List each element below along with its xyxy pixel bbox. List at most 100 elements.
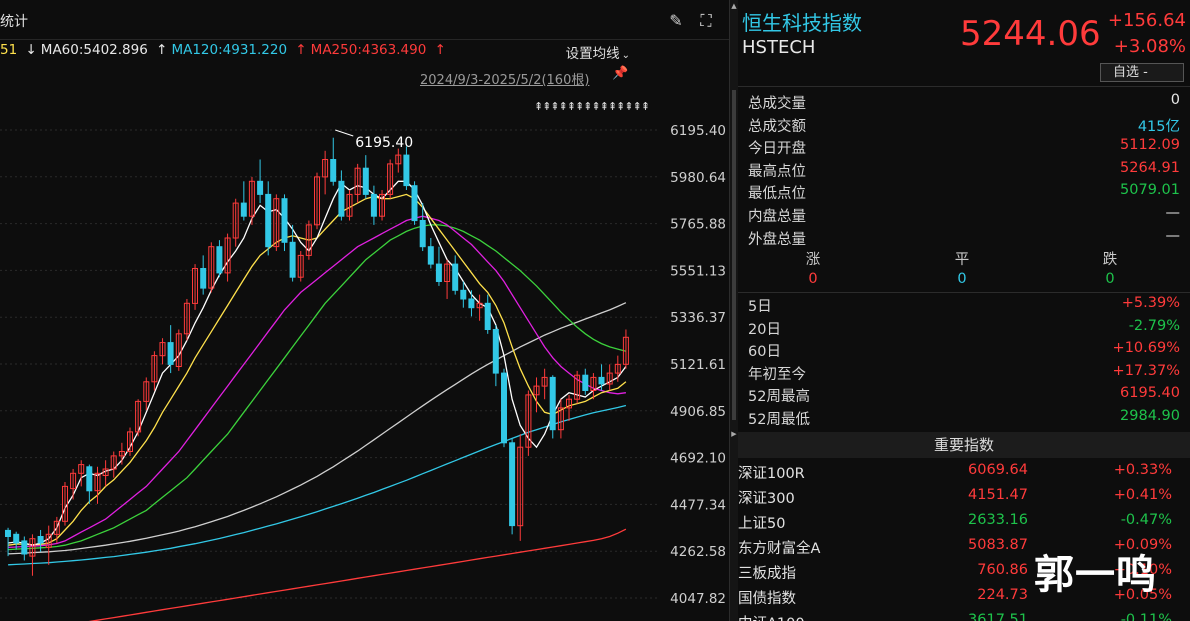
index-change: -0.47% xyxy=(1120,512,1172,528)
ma10-line xyxy=(8,193,627,546)
index-name: 三板成指 xyxy=(738,566,796,582)
candle-down xyxy=(240,202,247,217)
period-value: +10.69% xyxy=(1112,340,1180,357)
stat-label: 最低点位 xyxy=(748,186,806,203)
candle-down xyxy=(582,374,589,392)
index-price: 3617.51 xyxy=(968,612,1028,621)
candle-down xyxy=(549,376,556,431)
y-tick-label: 4906.85 xyxy=(670,404,726,420)
minus-icon: - xyxy=(1143,65,1148,80)
stat-row: 最低点位 5079.01 xyxy=(748,182,1180,204)
ma60-line xyxy=(8,302,627,555)
kline-chart[interactable]: 6195.40 5980.64 5765.88 5551.13 5336.37 5121.… xyxy=(0,0,730,621)
candle-down xyxy=(492,329,499,374)
candle-down xyxy=(265,193,272,248)
period-label: 60日 xyxy=(748,344,781,361)
ma20-line xyxy=(8,215,626,549)
stat-value: 5079.01 xyxy=(1120,182,1180,199)
index-price: 5083.87 xyxy=(968,537,1028,553)
period-value: +17.37% xyxy=(1112,362,1180,379)
stat-value: 415亿 xyxy=(1137,118,1180,135)
candle-down xyxy=(419,220,426,248)
stat-value: — xyxy=(1165,227,1181,244)
index-name: 国债指数 xyxy=(738,591,796,607)
author-watermark: 郭一鸣 xyxy=(1034,552,1157,598)
index-name: 中证A100 xyxy=(738,612,805,621)
high-annotation-label: 6195.40 xyxy=(355,135,413,151)
index-name: 东方财富全A xyxy=(738,541,821,557)
price-change: +156.64 xyxy=(1107,10,1186,31)
stat-label: 总成交量 xyxy=(748,96,806,112)
period-value: -2.79% xyxy=(1128,317,1180,334)
advance-label: 涨 xyxy=(805,252,821,268)
scroll-collapse-icon[interactable]: ▶ xyxy=(731,430,737,438)
add-watchlist-button[interactable]: 自选 - xyxy=(1100,63,1184,82)
candle-down xyxy=(403,154,410,187)
period-label: 52周最高 xyxy=(748,389,810,406)
divider xyxy=(738,86,1190,87)
y-tick-label: 5121.61 xyxy=(670,357,726,373)
scroll-up-icon[interactable]: ▲ xyxy=(731,2,737,10)
candle-down xyxy=(21,540,28,555)
y-tick-label: 5765.88 xyxy=(670,217,726,233)
scrollbar-thumb[interactable] xyxy=(732,90,736,420)
kline-chart-panel[interactable]: 统计 ✎ ⛶ 51 ↓ MA60:5402.896 ↑ MA120:4931.220… xyxy=(0,0,730,621)
stat-row: 总成交量 0 xyxy=(748,92,1180,114)
flat-count: 0 xyxy=(957,271,967,287)
period-label: 20日 xyxy=(748,321,781,338)
y-tick-label: 6195.40 xyxy=(670,123,726,139)
stat-label: 外盘总量 xyxy=(748,231,806,248)
stat-row: 内盘总量 — xyxy=(748,205,1180,227)
candle-down xyxy=(452,263,459,291)
index-row[interactable]: 深证100R 6069.64 +0.33% xyxy=(738,462,1190,487)
period-stat-row: 52周最低 2984.90 xyxy=(748,408,1180,430)
ma250-line xyxy=(88,528,627,621)
ma30-line xyxy=(8,224,627,551)
decline-count: 0 xyxy=(1105,271,1115,287)
period-stat-row: 60日 +10.69% xyxy=(748,340,1180,362)
candle-down xyxy=(468,298,475,309)
index-row[interactable]: 中证A100 3617.51 -0.11% xyxy=(738,612,1190,621)
high-annotation-pointer xyxy=(335,129,354,137)
y-tick-label: 5980.64 xyxy=(670,170,726,186)
stat-row: 今日开盘 5112.09 xyxy=(748,137,1180,159)
candle-down xyxy=(411,185,418,222)
candle-down xyxy=(281,198,288,243)
quote-panel: 恒生科技指数 HSTECH 5244.06 +156.64 +3.08% 自选 … xyxy=(738,0,1190,621)
index-name: 深证100R xyxy=(738,466,805,482)
index-name: 上证50 xyxy=(738,516,786,532)
candle-down xyxy=(37,536,44,544)
divider xyxy=(738,292,1190,293)
candle-down xyxy=(460,289,467,300)
stat-value: 5112.09 xyxy=(1120,137,1180,154)
period-value: 2984.90 xyxy=(1120,408,1180,424)
period-label: 52周最低 xyxy=(748,412,810,428)
candle-down xyxy=(435,263,442,283)
period-label: 年初至今 xyxy=(748,366,806,383)
candle-down xyxy=(289,241,296,278)
y-tick-label: 4477.34 xyxy=(670,497,726,513)
stat-row: 总成交额 415亿 xyxy=(748,115,1180,137)
index-row[interactable]: 上证50 2633.16 -0.47% xyxy=(738,512,1190,537)
index-price: 6069.64 xyxy=(968,462,1028,478)
period-stat-row: 52周最高 6195.40 xyxy=(748,385,1180,407)
advance-count: 0 xyxy=(808,271,818,287)
index-price: 2633.16 xyxy=(968,512,1028,528)
stat-value: — xyxy=(1165,205,1181,221)
index-change: +0.33% xyxy=(1113,462,1172,478)
y-tick-label: 5336.37 xyxy=(670,310,726,326)
ma5-line xyxy=(8,180,627,546)
period-label: 5日 xyxy=(748,299,772,315)
decline-label: 跌 xyxy=(1102,252,1118,268)
candle-down xyxy=(5,529,11,538)
index-price: 224.73 xyxy=(977,587,1028,603)
period-stat-row: 5日 +5.39% xyxy=(748,295,1180,317)
y-tick-label: 5551.13 xyxy=(670,263,726,279)
candle-down xyxy=(427,246,434,265)
index-row[interactable]: 深证300 4151.47 +0.41% xyxy=(738,487,1190,512)
candle-down xyxy=(598,376,605,385)
candle-down xyxy=(257,180,264,195)
y-tick-label: 4047.82 xyxy=(670,591,726,607)
stat-value: 5264.91 xyxy=(1120,159,1180,176)
period-stat-row: 20日 -2.79% xyxy=(748,318,1180,340)
